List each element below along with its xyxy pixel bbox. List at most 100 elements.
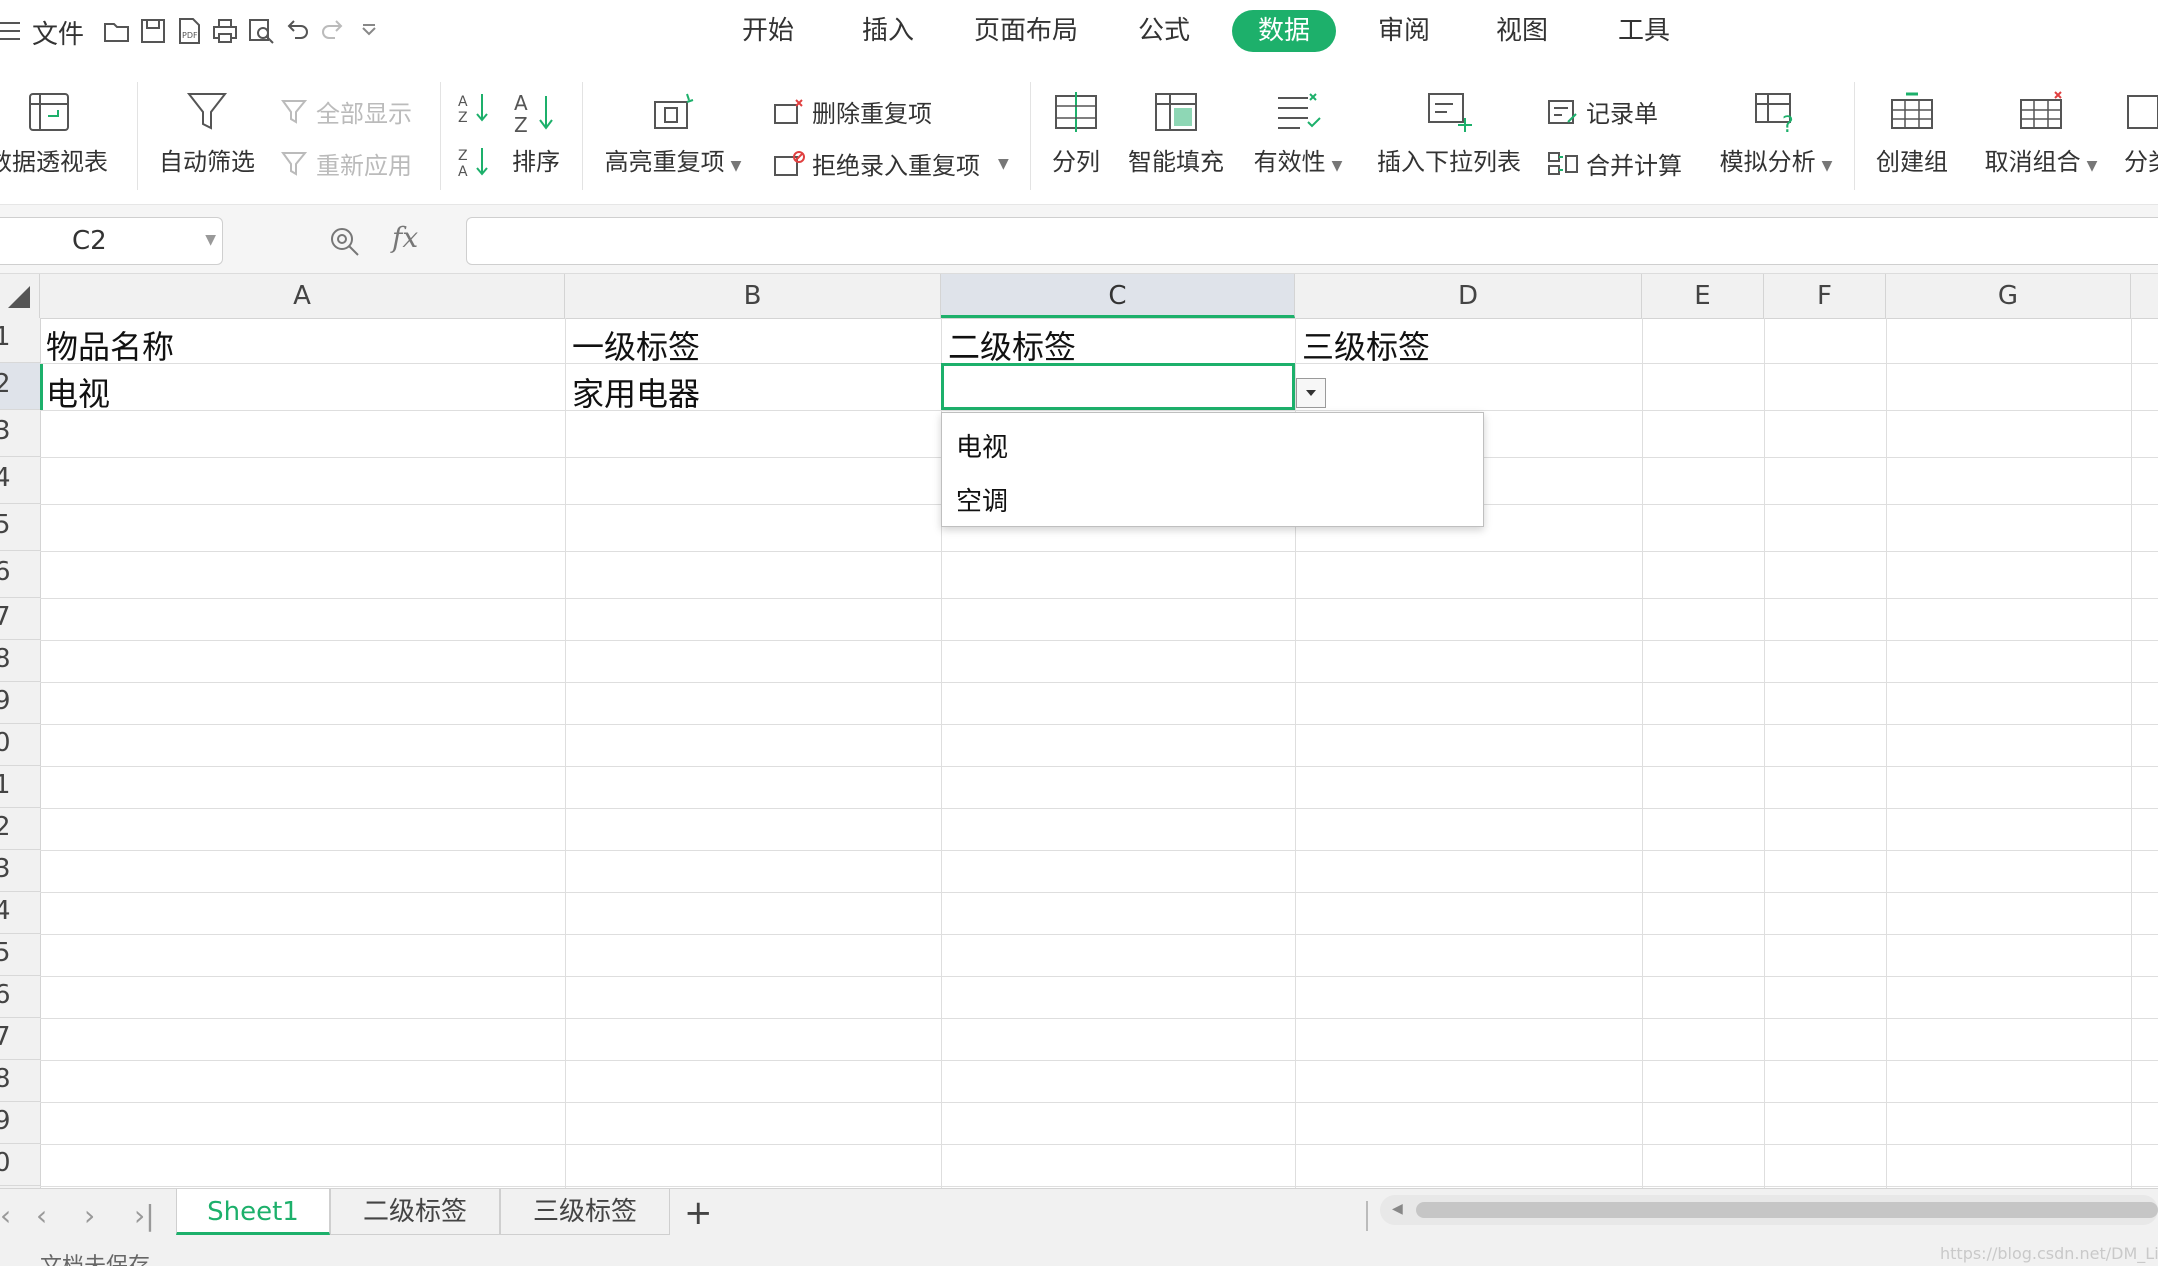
row-header-19[interactable]: 9: [0, 1102, 40, 1144]
row-header-13[interactable]: 3: [0, 850, 40, 892]
row-header-8[interactable]: 8: [0, 640, 40, 682]
tab-formulas[interactable]: 公式: [1126, 10, 1202, 52]
row-header-4[interactable]: 4: [0, 457, 40, 504]
consolidate-button[interactable]: 合并计算: [1546, 146, 1682, 181]
formula-input[interactable]: [466, 217, 2158, 265]
insert-dropdown-list-button[interactable]: 插入下拉列表: [1374, 90, 1524, 177]
next-sheet-icon[interactable]: ›: [84, 1199, 95, 1232]
sort-ascending-button[interactable]: AZ: [456, 90, 492, 130]
sheet-tab-sheet1[interactable]: Sheet1: [176, 1189, 330, 1235]
file-menu[interactable]: 文件: [32, 14, 84, 51]
fx-icon[interactable]: fx: [392, 221, 418, 254]
print-icon[interactable]: [210, 16, 240, 46]
split-column-button[interactable]: 分列: [1044, 90, 1108, 177]
reapply-button[interactable]: 重新应用: [280, 146, 412, 181]
reject-duplicates-button[interactable]: 拒绝录入重复项 ▼: [772, 146, 1009, 181]
open-folder-icon[interactable]: [102, 16, 132, 46]
dropdown-arrow-icon[interactable]: [1296, 378, 1326, 408]
row-header-3[interactable]: 3: [0, 410, 40, 457]
whatif-analysis-button[interactable]: ? 模拟分析 ▼: [1714, 90, 1838, 177]
tab-view[interactable]: 视图: [1484, 10, 1560, 52]
zoom-search-icon[interactable]: [328, 225, 362, 263]
cell-a1[interactable]: 物品名称: [46, 322, 174, 368]
column-headers: A B C D E F G: [0, 274, 2158, 319]
row-header-2[interactable]: 2: [0, 363, 40, 410]
dropdown-option[interactable]: 空调: [956, 481, 1008, 518]
row-header-1[interactable]: 1: [0, 318, 40, 363]
customize-toolbar-icon[interactable]: [354, 16, 384, 46]
row-header-7[interactable]: 7: [0, 598, 40, 640]
row-header-11[interactable]: 1: [0, 766, 40, 808]
column-header-g[interactable]: G: [1886, 274, 2131, 318]
prev-sheet-icon[interactable]: ‹: [36, 1199, 47, 1232]
remove-duplicates-button[interactable]: 删除重复项: [772, 94, 932, 129]
row-header-14[interactable]: 4: [0, 892, 40, 934]
tab-page-layout[interactable]: 页面布局: [964, 10, 1088, 52]
ungroup-button[interactable]: 取消组合 ▼: [1976, 90, 2106, 177]
row-header-6[interactable]: 6: [0, 551, 40, 598]
tab-insert[interactable]: 插入: [850, 10, 926, 52]
sort-button[interactable]: AZ 排序: [504, 90, 568, 177]
horizontal-scrollbar[interactable]: ◀: [1380, 1195, 2158, 1225]
remove-duplicates-label: 删除重复项: [812, 100, 932, 128]
scroll-left-icon[interactable]: ◀: [1392, 1201, 1403, 1217]
chevron-down-icon[interactable]: ▼: [205, 232, 216, 248]
save-icon[interactable]: [138, 16, 168, 46]
column-header-f[interactable]: F: [1764, 274, 1886, 318]
cell-c1[interactable]: 二级标签: [948, 322, 1076, 368]
scrollbar-thumb[interactable]: [1416, 1202, 2158, 1218]
filter-funnel-icon: [186, 93, 228, 130]
highlight-duplicates-button[interactable]: 高亮重复项 ▼: [598, 90, 748, 177]
hamburger-menu-icon[interactable]: [0, 20, 22, 46]
create-group-button[interactable]: 创建组: [1870, 90, 1954, 177]
last-sheet-icon[interactable]: ›|: [134, 1199, 155, 1232]
name-box[interactable]: C2 ▼: [0, 217, 223, 265]
first-sheet-icon[interactable]: ‹: [0, 1199, 11, 1232]
tab-tools[interactable]: 工具: [1606, 10, 1682, 52]
pivot-table-icon: [29, 93, 69, 131]
validity-button[interactable]: 有效性 ▼: [1246, 90, 1350, 177]
export-pdf-icon[interactable]: PDF: [174, 16, 204, 46]
sheet-tab-level2[interactable]: 二级标签: [330, 1189, 500, 1235]
grid-line: [40, 551, 2158, 552]
subtotal-button[interactable]: 分类: [2124, 90, 2158, 177]
select-all-corner[interactable]: [0, 274, 40, 318]
row-header-20[interactable]: 0: [0, 1144, 40, 1186]
row-header-5[interactable]: 5: [0, 504, 40, 551]
sort-descending-button[interactable]: ZA: [456, 144, 492, 184]
sheet-tab-level3[interactable]: 三级标签: [500, 1189, 670, 1235]
row-header-18[interactable]: 8: [0, 1060, 40, 1102]
undo-icon[interactable]: [282, 16, 312, 46]
sort-descending-icon: ZA: [458, 148, 488, 180]
tab-data[interactable]: 数据: [1232, 10, 1336, 52]
tab-review[interactable]: 审阅: [1366, 10, 1442, 52]
row-header-10[interactable]: 0: [0, 724, 40, 766]
row-header-17[interactable]: 7: [0, 1018, 40, 1060]
pivot-table-button[interactable]: 数据透视表: [0, 90, 118, 177]
show-all-button[interactable]: 全部显示: [280, 94, 412, 129]
autofilter-button[interactable]: 自动筛选: [152, 90, 262, 177]
redo-icon[interactable]: [318, 16, 348, 46]
tab-home[interactable]: 开始: [730, 10, 806, 52]
column-header-e[interactable]: E: [1642, 274, 1764, 318]
row-header-15[interactable]: 5: [0, 934, 40, 976]
column-header-c[interactable]: C: [941, 274, 1295, 318]
row-header-9[interactable]: 9: [0, 682, 40, 724]
dropdown-option[interactable]: 电视: [956, 427, 1008, 464]
print-preview-icon[interactable]: [246, 16, 276, 46]
row-header-16[interactable]: 6: [0, 976, 40, 1018]
column-header-b[interactable]: B: [565, 274, 941, 318]
cell-a2[interactable]: 电视: [46, 369, 110, 415]
column-header-a[interactable]: A: [40, 274, 565, 318]
row-header-12[interactable]: 2: [0, 808, 40, 850]
record-form-button[interactable]: 记录单: [1546, 94, 1658, 129]
cell-b1[interactable]: 一级标签: [572, 322, 700, 368]
cell-b2[interactable]: 家用电器: [572, 369, 700, 415]
cell-d1[interactable]: 三级标签: [1302, 322, 1430, 368]
add-sheet-button[interactable]: +: [684, 1193, 713, 1233]
record-form-label: 记录单: [1586, 100, 1658, 128]
active-cell-c2[interactable]: [941, 363, 1295, 410]
smart-fill-button[interactable]: 智能填充: [1124, 90, 1228, 177]
grid-line: [1642, 318, 1643, 1188]
column-header-d[interactable]: D: [1295, 274, 1642, 318]
